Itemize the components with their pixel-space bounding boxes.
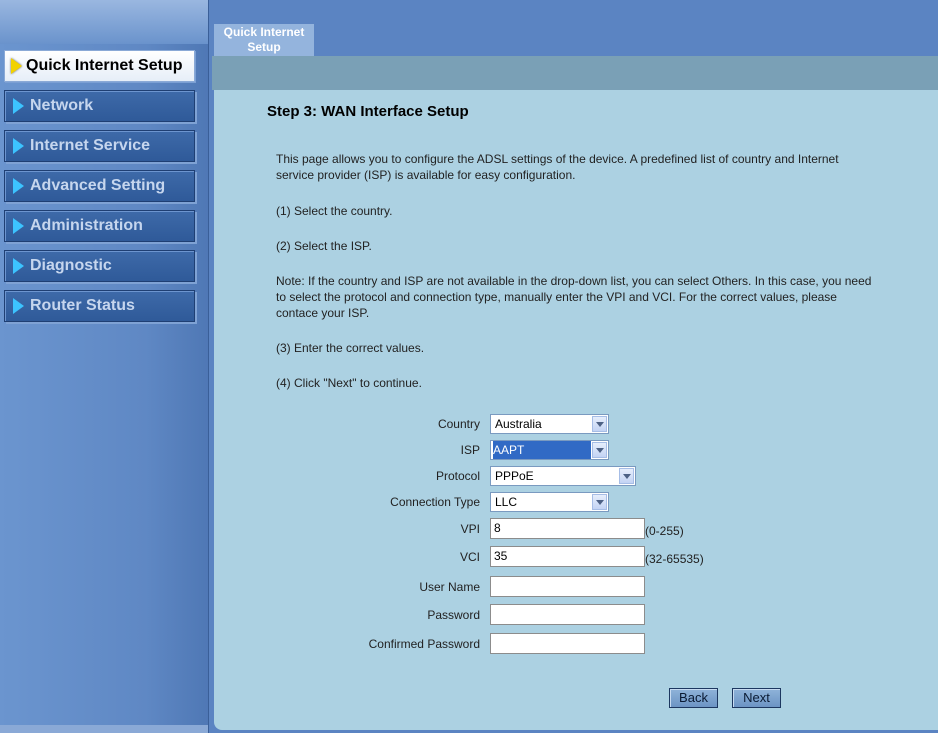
- vpi-label: VPI: [460, 522, 480, 536]
- sidebar-top: [0, 0, 208, 44]
- country-value: Australia: [495, 417, 542, 431]
- tab-quick-internet-setup[interactable]: Quick Internet Setup: [214, 24, 314, 57]
- step-1-text: (1) Select the country.: [276, 204, 393, 218]
- sidebar-item-quick-internet-setup[interactable]: Quick Internet Setup: [4, 50, 195, 82]
- arrow-right-icon: [13, 138, 24, 154]
- sidebar-item-label: Internet Service: [30, 137, 151, 154]
- country-select[interactable]: Australia: [490, 414, 609, 434]
- arrow-right-icon: [13, 98, 24, 114]
- isp-label: ISP: [460, 443, 480, 457]
- protocol-label: Protocol: [435, 469, 480, 483]
- connection-type-label: Connection Type: [390, 495, 480, 509]
- next-button[interactable]: Next: [732, 688, 781, 708]
- tab-bar: Quick Internet Setup: [212, 0, 938, 57]
- sidebar-item-advanced-setting[interactable]: Advanced Setting: [4, 170, 195, 202]
- intro-text: This page allows you to configure the AD…: [276, 152, 839, 182]
- sidebar-item-label: Network: [30, 97, 94, 114]
- vci-input[interactable]: 35: [490, 546, 645, 567]
- sidebar-item-label: Administration: [30, 217, 143, 234]
- chevron-down-icon[interactable]: [619, 468, 634, 484]
- password-input[interactable]: [490, 604, 645, 625]
- vpi-range: (0-255): [645, 524, 684, 538]
- protocol-value: PPPoE: [495, 469, 534, 483]
- sidebar-item-network[interactable]: Network: [4, 90, 195, 122]
- sidebar-item-label: Quick Internet Setup: [26, 57, 183, 74]
- connection-type-select[interactable]: LLC: [490, 492, 609, 512]
- sub-header-bar: [212, 56, 938, 90]
- step-2-text: (2) Select the ISP.: [276, 239, 372, 253]
- content-area: Step 3: WAN Interface Setup This page al…: [214, 90, 938, 730]
- username-input[interactable]: [490, 576, 645, 597]
- confirm-password-label: Confirmed Password: [368, 637, 480, 651]
- sidebar-item-label: Diagnostic: [30, 257, 112, 274]
- username-label: User Name: [419, 580, 480, 594]
- arrow-right-icon: [13, 258, 24, 274]
- arrow-right-icon: [13, 218, 24, 234]
- password-label: Password: [427, 608, 480, 622]
- step-4-text: (4) Click "Next" to continue.: [276, 376, 422, 390]
- vpi-input[interactable]: 8: [490, 518, 645, 539]
- arrow-right-icon: [13, 178, 24, 194]
- connection-type-value: LLC: [495, 495, 518, 509]
- isp-value: AAPT: [493, 441, 591, 459]
- arrow-right-icon: [11, 58, 22, 74]
- tab-label-line1: Quick Internet: [223, 25, 305, 39]
- back-button[interactable]: Back: [669, 688, 718, 708]
- chevron-down-icon[interactable]: [592, 442, 607, 458]
- protocol-select[interactable]: PPPoE: [490, 466, 636, 486]
- tab-label-line2: Setup: [247, 40, 281, 54]
- step-3-text: (3) Enter the correct values.: [276, 341, 425, 355]
- main-panel: Quick Internet Setup Step 3: WAN Interfa…: [212, 0, 938, 733]
- confirm-password-input[interactable]: [490, 633, 645, 654]
- note-text: Note: If the country and ISP are not ava…: [276, 274, 872, 320]
- sidebar-item-diagnostic[interactable]: Diagnostic: [4, 250, 195, 282]
- sidebar-bottom: [0, 725, 208, 733]
- sidebar-item-administration[interactable]: Administration: [4, 210, 195, 242]
- country-label: Country: [437, 417, 480, 431]
- vci-range: (32-65535): [645, 552, 704, 566]
- vci-label: VCI: [459, 550, 480, 564]
- isp-select[interactable]: AAPT: [490, 440, 609, 460]
- sidebar: Quick Internet Setup Network Internet Se…: [0, 0, 209, 733]
- page-title: Step 3: WAN Interface Setup: [267, 103, 469, 120]
- sidebar-item-router-status[interactable]: Router Status: [4, 290, 195, 322]
- sidebar-item-internet-service[interactable]: Internet Service: [4, 130, 195, 162]
- arrow-right-icon: [13, 298, 24, 314]
- sidebar-item-label: Router Status: [30, 297, 135, 314]
- sidebar-item-label: Advanced Setting: [30, 177, 166, 194]
- chevron-down-icon[interactable]: [592, 416, 607, 432]
- chevron-down-icon[interactable]: [592, 494, 607, 510]
